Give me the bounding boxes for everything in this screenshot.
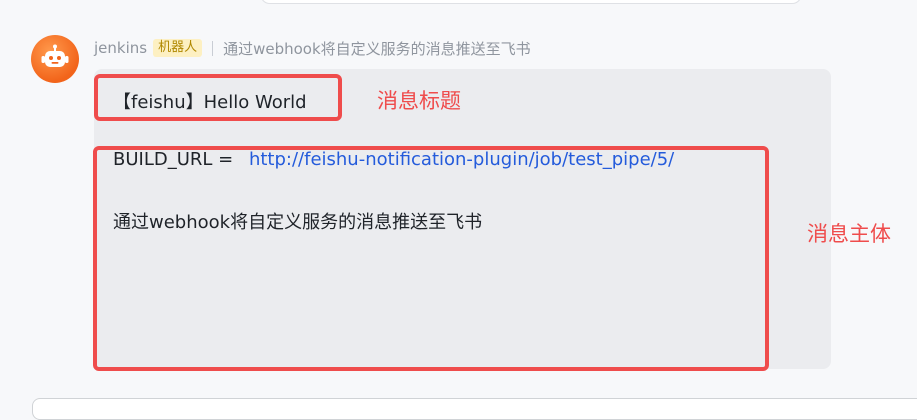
body-highlight-box: [93, 146, 769, 371]
message-summary: 通过webhook将自定义服务的消息推送至飞书: [223, 39, 531, 58]
title-annotation: 消息标题: [377, 89, 461, 113]
avatar[interactable]: [31, 35, 79, 83]
title-highlight-box: [94, 74, 342, 121]
body-annotation: 消息主体: [807, 222, 891, 246]
sender-name[interactable]: jenkins: [94, 39, 147, 57]
robot-icon: [41, 44, 69, 67]
header-divider: [212, 40, 214, 56]
message-header: jenkins 机器人 通过webhook将自定义服务的消息推送至飞书: [94, 37, 531, 59]
message-input[interactable]: [32, 398, 917, 420]
previous-message-card: [260, 0, 802, 4]
bot-badge: 机器人: [153, 39, 203, 57]
